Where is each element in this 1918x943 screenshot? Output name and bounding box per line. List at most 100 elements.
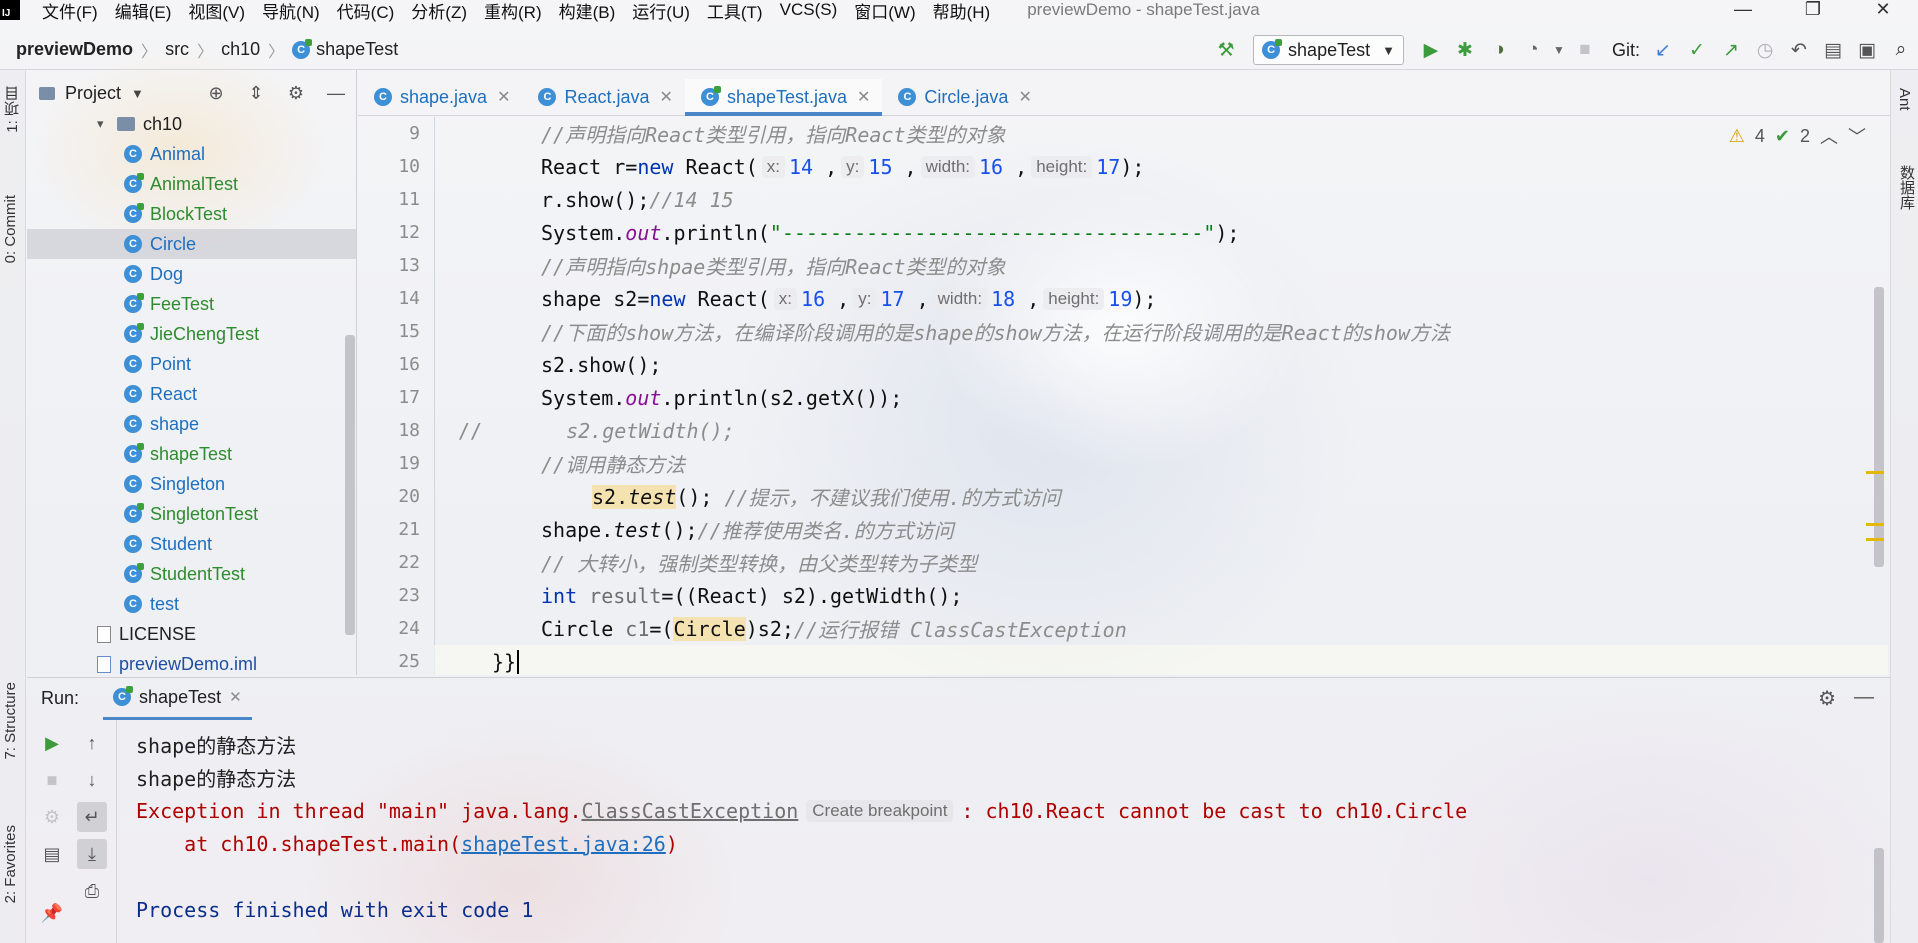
code-editor[interactable]: 9 10 11 12 13 14 15 16 17 18 19 20 21 22 23 24 25 //声明指向…: [358, 117, 1888, 675]
breadcrumb-class[interactable]: shapeTest: [316, 39, 398, 60]
profile-icon[interactable]: ◔: [1518, 39, 1548, 61]
close-icon[interactable]: ✕: [660, 87, 673, 107]
warning-stripe-mark[interactable]: [1866, 523, 1884, 526]
locate-file-icon[interactable]: ⊕: [196, 83, 236, 104]
menu-build[interactable]: 构建(B): [559, 0, 616, 23]
layout-icon[interactable]: ▤: [37, 839, 67, 869]
stop-icon[interactable]: ■: [1570, 39, 1600, 61]
rerun-icon[interactable]: ▶: [37, 728, 67, 758]
tree-class-item[interactable]: Cshape: [27, 409, 356, 439]
code-area[interactable]: //声明指向React类型引用，指向React类型的对象 React r= new…: [434, 117, 1888, 675]
menu-vcs[interactable]: VCS(S): [780, 0, 838, 20]
git-commit-icon[interactable]: ✓: [1682, 39, 1712, 62]
scroll-to-end-icon[interactable]: ⤓: [77, 839, 107, 869]
build-hammer-icon[interactable]: ⚒: [1211, 39, 1241, 62]
coverage-icon[interactable]: ◑: [1484, 39, 1514, 61]
tree-class-item[interactable]: C JieChengTest: [27, 319, 356, 349]
tree-class-item[interactable]: Ctest: [27, 589, 356, 619]
menu-file[interactable]: 文件(F): [42, 0, 98, 23]
debug-bug-icon[interactable]: ✱: [1450, 39, 1480, 62]
tree-class-item[interactable]: C React: [27, 379, 356, 409]
project-panel-title[interactable]: Project: [65, 83, 121, 104]
chevron-down-icon[interactable]: ﹀: [1848, 123, 1866, 149]
presentation-mode-icon[interactable]: ▣: [1852, 39, 1882, 62]
menu-run[interactable]: 运行(U): [632, 0, 690, 23]
project-structure-icon[interactable]: ▤: [1818, 39, 1848, 62]
breadcrumb-src[interactable]: src: [165, 39, 189, 60]
source-location-link[interactable]: shapeTest.java:26: [461, 832, 666, 856]
chevron-down-icon[interactable]: ▼: [1552, 43, 1566, 57]
git-push-icon[interactable]: ↗: [1716, 39, 1746, 62]
breadcrumb-project[interactable]: previewDemo: [16, 39, 133, 60]
arrow-up-icon[interactable]: ↑: [77, 728, 107, 758]
close-window-button[interactable]: ✕: [1848, 0, 1918, 20]
rollback-icon[interactable]: ↶: [1784, 39, 1814, 62]
chevron-up-icon[interactable]: ︿: [1820, 123, 1838, 149]
hide-panel-icon[interactable]: —: [316, 83, 356, 104]
exception-class-link[interactable]: ClassCastException: [582, 799, 799, 823]
close-icon[interactable]: ✕: [857, 87, 870, 107]
chevron-down-icon[interactable]: ▼: [131, 86, 144, 101]
tree-class-item[interactable]: C Dog: [27, 259, 356, 289]
menu-edit[interactable]: 编辑(E): [115, 0, 172, 23]
gear-icon[interactable]: ⚙: [276, 83, 316, 104]
tree-class-item[interactable]: CshapeTest: [27, 439, 356, 469]
tree-class-item[interactable]: C FeeTest: [27, 289, 356, 319]
menu-tools[interactable]: 工具(T): [707, 0, 763, 23]
soft-wrap-icon[interactable]: ↵: [77, 802, 107, 832]
project-scrollbar[interactable]: [345, 335, 355, 635]
warning-stripe-mark[interactable]: [1866, 471, 1884, 474]
maximize-button[interactable]: ❐: [1778, 0, 1848, 20]
tree-class-item[interactable]: C Animal: [27, 139, 356, 169]
stop-icon[interactable]: ■: [37, 765, 67, 795]
hide-panel-icon[interactable]: —: [1854, 686, 1874, 711]
search-icon[interactable]: ⌕: [1886, 39, 1916, 61]
run-configuration-dropdown[interactable]: C shapeTest ▼: [1253, 35, 1404, 65]
warning-stripe-mark[interactable]: [1866, 538, 1884, 541]
tree-class-item[interactable]: C Circle: [27, 229, 356, 259]
git-update-icon[interactable]: ↙: [1648, 39, 1678, 62]
close-icon[interactable]: ✕: [1018, 87, 1031, 107]
tree-class-item[interactable]: C Point: [27, 349, 356, 379]
menu-help[interactable]: 帮助(H): [933, 0, 991, 23]
menu-refactor[interactable]: 重构(R): [484, 0, 542, 23]
inspection-widget[interactable]: ⚠ 4 ✔ 2 ︿ ﹀: [1729, 123, 1866, 149]
console-scrollbar[interactable]: [1874, 848, 1884, 943]
tree-class-item[interactable]: C Singleton: [27, 469, 356, 499]
menu-analyze[interactable]: 分析(Z): [411, 0, 467, 23]
print-icon[interactable]: ⎙: [77, 876, 107, 906]
run-console[interactable]: shape的静态方法 shape的静态方法 Exception in threa…: [118, 720, 1888, 943]
editor-tab[interactable]: C React.java ✕: [522, 79, 684, 115]
run-play-icon[interactable]: ▶: [1416, 39, 1446, 62]
tree-class-item[interactable]: C StudentTest: [27, 559, 356, 589]
editor-tab[interactable]: C Circle.java ✕: [882, 79, 1043, 115]
git-history-icon[interactable]: ◷: [1750, 39, 1780, 62]
gear-icon[interactable]: ⚙: [1818, 686, 1836, 711]
tree-class-item[interactable]: C BlockTest: [27, 199, 356, 229]
close-icon[interactable]: ✕: [229, 688, 242, 706]
minimize-button[interactable]: —: [1708, 0, 1778, 20]
editor-tab[interactable]: Cshape.java ✕: [358, 79, 522, 115]
tree-class-item[interactable]: C Student: [27, 529, 356, 559]
menu-window[interactable]: 窗口(W): [854, 0, 915, 23]
tree-file-iml[interactable]: previewDemo.iml: [27, 649, 356, 675]
tool-tab-project[interactable]: 1: 项目: [2, 86, 23, 133]
arrow-down-icon[interactable]: ↓: [77, 765, 107, 795]
close-icon[interactable]: ✕: [497, 87, 510, 107]
tree-class-item[interactable]: C SingletonTest: [27, 499, 356, 529]
menu-view[interactable]: 视图(V): [188, 0, 245, 23]
run-tab-shapetest[interactable]: C shapeTest ✕: [103, 678, 252, 720]
tool-tab-commit[interactable]: 0: Commit: [2, 195, 19, 263]
tool-tab-favorites[interactable]: 2: Favorites: [2, 825, 19, 903]
restore-layout-icon[interactable]: ⚙: [37, 802, 67, 832]
create-breakpoint-hint[interactable]: Create breakpoint: [806, 799, 954, 822]
tree-folder-ch10[interactable]: ▾ ch10: [27, 109, 356, 139]
collapse-all-icon[interactable]: ⇕: [236, 83, 276, 104]
breadcrumb-package[interactable]: ch10: [221, 39, 260, 60]
tool-tab-ant[interactable]: Ant: [1896, 88, 1913, 111]
tool-tab-database[interactable]: 数据库: [1896, 165, 1917, 210]
tree-file-license[interactable]: LICENSE: [27, 619, 356, 649]
menu-navigate[interactable]: 导航(N): [262, 0, 320, 23]
editor-tab[interactable]: CshapeTest.java ✕: [684, 79, 883, 116]
menu-code[interactable]: 代码(C): [337, 0, 395, 23]
